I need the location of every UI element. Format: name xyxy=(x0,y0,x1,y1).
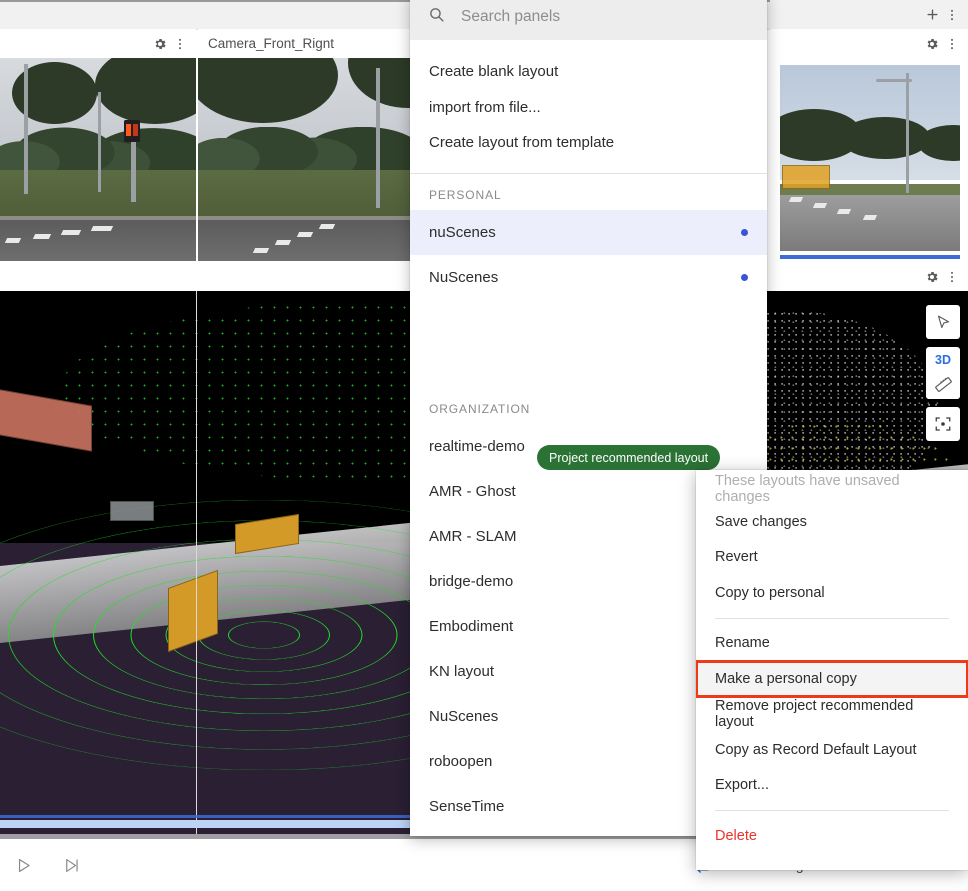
menu-item-create-layout-from-template[interactable]: Create layout from template xyxy=(410,125,767,161)
menu-item-label: import from file... xyxy=(429,98,541,116)
more-vertical-icon[interactable] xyxy=(170,34,190,54)
layout-name: SenseTime xyxy=(429,797,505,815)
context-menu-item-copy-as-record-default-layout[interactable]: Copy as Record Default Layout xyxy=(696,732,968,768)
panel-camera-right[interactable] xyxy=(770,29,968,261)
camera-image-front-right xyxy=(198,58,410,261)
panel-accent-bar xyxy=(780,255,960,259)
step-forward-icon[interactable] xyxy=(58,852,84,878)
layout-name: Embodiment xyxy=(429,617,514,635)
camera-image-right xyxy=(780,65,960,251)
more-vertical-icon[interactable] xyxy=(942,5,962,25)
layout-name: AMR - Ghost xyxy=(429,482,516,500)
app-root: Camera_Front_Rignt 3D Search panels Crea… xyxy=(0,0,968,891)
context-menu-divider xyxy=(715,810,949,811)
more-vertical-icon[interactable] xyxy=(942,267,962,287)
gear-icon[interactable] xyxy=(922,267,942,287)
context-menu-divider xyxy=(715,617,949,619)
layout-name: bridge-demo xyxy=(429,572,514,590)
measure-tool[interactable] xyxy=(926,369,960,399)
context-menu-item-label: Rename xyxy=(715,635,770,652)
layout-name: KN layout xyxy=(429,662,495,680)
more-vertical-icon[interactable] xyxy=(942,34,962,54)
layout-name: AMR - SLAM xyxy=(429,527,517,545)
context-menu-item-label: Make a personal copy xyxy=(715,670,857,687)
menu-item-label: Create blank layout xyxy=(429,63,559,81)
context-menu-item-remove-project-recommended-layout[interactable]: Remove project recommended layout xyxy=(696,697,968,733)
layout-name: roboopen xyxy=(429,752,493,770)
search-panels-box[interactable] xyxy=(410,0,767,40)
context-menu-item-delete[interactable]: Delete xyxy=(696,818,968,854)
section-heading-organization: ORGANIZATION xyxy=(429,401,531,416)
panel-header: Camera_Front_Rignt xyxy=(198,29,410,58)
panel-add-bar[interactable] xyxy=(770,0,968,29)
panel-header xyxy=(770,29,968,58)
panel-camera-front-right[interactable]: Camera_Front_Rignt xyxy=(198,29,410,261)
panel-header xyxy=(0,29,196,58)
layout-name: realtime-demo xyxy=(429,437,525,455)
search-icon xyxy=(428,6,445,28)
context-menu-item-label: Copy to personal xyxy=(715,584,825,601)
camera-image-left xyxy=(0,58,196,261)
layout-row-personal-nuscenes[interactable]: nuScenes xyxy=(410,209,767,255)
unsaved-indicator-dot xyxy=(741,273,748,281)
context-menu-item-label: Save changes xyxy=(715,513,807,530)
measure-tool-group[interactable]: 3D xyxy=(926,347,960,399)
tooltip-label: Project recommended layout xyxy=(549,450,709,465)
context-menu-item-label: Delete xyxy=(715,827,757,844)
viewer-tool-rail: 3D xyxy=(926,305,960,441)
context-menu-item-label: Export... xyxy=(715,777,769,794)
plus-icon[interactable] xyxy=(922,5,942,25)
recenter-tool[interactable] xyxy=(926,407,960,441)
context-menu-item-save-changes[interactable]: Save changes xyxy=(696,504,968,540)
menu-item-label: Create layout from template xyxy=(429,134,615,152)
menu-item-create-blank-layout[interactable]: Create blank layout xyxy=(410,54,767,90)
context-menu-item-make-a-personal-copy[interactable]: Make a personal copy xyxy=(696,660,968,698)
layout-name: NuScenes xyxy=(429,268,499,286)
panel-camera-left[interactable] xyxy=(0,29,196,261)
context-menu-item-rename[interactable]: Rename xyxy=(696,626,968,662)
gear-icon[interactable] xyxy=(922,34,942,54)
context-menu-header: These layouts have unsaved changes xyxy=(715,473,900,505)
3d-badge: 3D xyxy=(935,353,951,367)
panel-header xyxy=(770,0,968,29)
play-icon[interactable] xyxy=(10,852,36,878)
layout-row-personal-NuScenes[interactable]: NuScenes xyxy=(410,255,767,300)
section-heading-personal: PERSONAL xyxy=(429,187,502,202)
menu-item-import-from-file[interactable]: import from file... xyxy=(410,90,767,126)
pointer-tool[interactable] xyxy=(926,305,960,339)
context-menu-item-export[interactable]: Export... xyxy=(696,768,968,804)
context-menu-item-copy-to-personal[interactable]: Copy to personal xyxy=(696,575,968,611)
layout-name: NuScenes xyxy=(429,707,499,725)
unsaved-indicator-dot xyxy=(741,228,748,236)
context-menu-item-label: Remove project recommended layout xyxy=(715,698,914,731)
context-menu-item-revert[interactable]: Revert xyxy=(696,540,968,576)
layout-context-menu[interactable]: These layouts have unsaved changes Save … xyxy=(696,470,968,870)
context-menu-item-label: Revert xyxy=(715,549,758,566)
search-input[interactable] xyxy=(459,7,749,27)
layout-name: nuScenes xyxy=(429,223,496,241)
gear-icon[interactable] xyxy=(150,34,170,54)
context-menu-item-label: Copy as Record Default Layout xyxy=(715,741,917,758)
panel-title: Camera_Front_Rignt xyxy=(208,36,335,51)
project-recommended-layout-tooltip: Project recommended layout xyxy=(537,445,721,470)
